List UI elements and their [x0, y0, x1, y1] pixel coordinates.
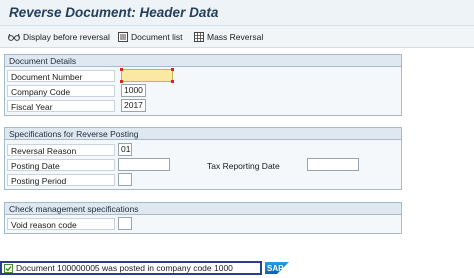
document-list-label: Document list	[131, 32, 183, 42]
void-reason-code-field[interactable]	[118, 217, 132, 230]
company-code-label: Company Code	[7, 85, 115, 97]
reversal-reason-label: Reversal Reason	[7, 144, 115, 156]
reverse-posting-specifications-group: Specifications for Reverse Posting Rever…	[4, 127, 402, 190]
display-before-reversal-label: Display before reversal	[23, 32, 110, 42]
grid-icon	[194, 32, 204, 42]
display-before-reversal-button[interactable]: Display before reversal	[8, 30, 110, 44]
glasses-icon	[8, 33, 20, 41]
success-check-icon	[4, 263, 13, 273]
fiscal-year-field[interactable]: 2017	[121, 99, 146, 112]
document-details-heading: Document Details	[5, 55, 401, 67]
application-toolbar: Display before reversal Document list Ma…	[0, 26, 474, 48]
tax-reporting-date-label: Tax Reporting Date	[207, 161, 280, 171]
reverse-posting-specifications-heading: Specifications for Reverse Posting	[5, 128, 401, 140]
mass-reversal-button[interactable]: Mass Reversal	[194, 30, 263, 44]
void-reason-code-label: Void reason code	[7, 218, 115, 230]
posting-date-label: Posting Date	[7, 159, 115, 171]
fiscal-year-label: Fiscal Year	[7, 100, 115, 112]
check-management-heading: Check management specifications	[5, 203, 401, 215]
field-marker-top-left	[120, 68, 123, 71]
list-icon	[118, 32, 128, 42]
posting-date-field[interactable]	[118, 158, 170, 171]
tax-reporting-date-field[interactable]	[307, 158, 359, 171]
document-details-group: Document Details Document Number Company…	[4, 54, 402, 116]
document-details-body: Document Number Company Code 1000 Fiscal…	[5, 67, 401, 115]
page-title: Reverse Document: Header Data	[9, 5, 219, 20]
posting-period-label: Posting Period	[7, 174, 115, 186]
document-number-field[interactable]	[121, 69, 173, 82]
field-marker-bottom-left	[120, 80, 123, 83]
company-code-field[interactable]: 1000	[121, 84, 146, 97]
sap-logo-text: SAP	[267, 264, 284, 273]
sap-logo: SAP	[265, 262, 289, 274]
status-bar[interactable]: Document 100000005 was posted in company…	[0, 261, 262, 275]
field-marker-top-right	[171, 68, 174, 71]
check-management-body: Void reason code	[5, 215, 401, 233]
posting-period-field[interactable]	[118, 173, 132, 186]
document-number-label: Document Number	[7, 70, 115, 82]
mass-reversal-label: Mass Reversal	[207, 32, 264, 42]
field-marker-bottom-right	[171, 80, 174, 83]
reverse-posting-specifications-body: Reversal Reason 01 Posting Date Tax Repo…	[5, 140, 401, 189]
check-management-group: Check management specifications Void rea…	[4, 202, 402, 234]
title-bar: Reverse Document: Header Data	[0, 0, 474, 26]
status-message: Document 100000005 was posted in company…	[16, 263, 233, 273]
document-list-button[interactable]: Document list	[118, 30, 183, 44]
reversal-reason-field[interactable]: 01	[118, 143, 132, 156]
